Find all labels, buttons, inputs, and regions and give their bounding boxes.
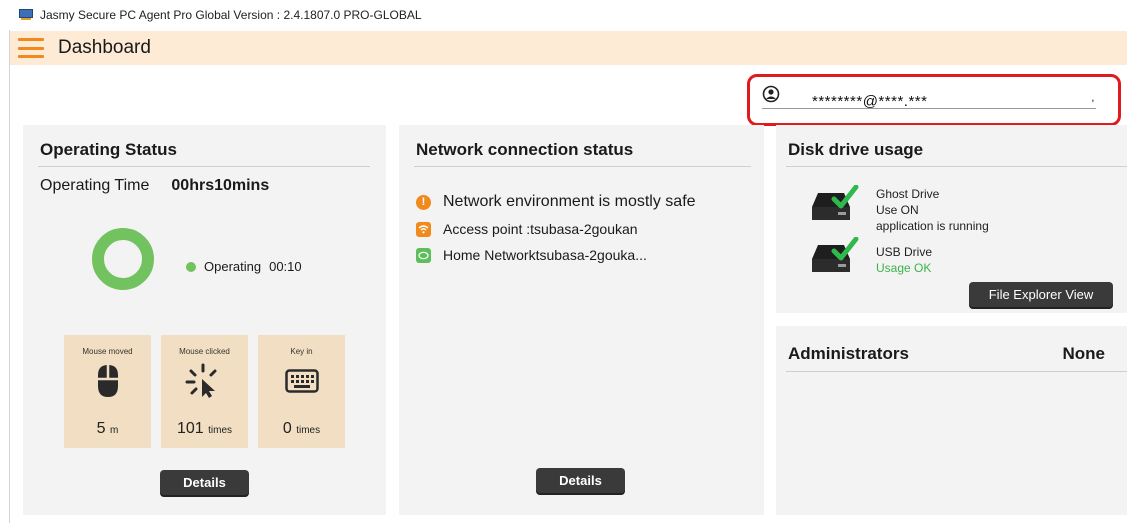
disk-usage-panel: Disk drive usage Ghost Drive Use ON appl… [776, 125, 1127, 313]
user-icon [762, 85, 780, 103]
wifi-icon [416, 221, 431, 237]
usb-drive-info: USB Drive Usage OK [876, 244, 932, 276]
usb-drive-icon [812, 237, 859, 272]
ghost-drive-info: Ghost Drive Use ON application is runnin… [876, 186, 989, 234]
network-environment-text: Network environment is mostly safe [443, 193, 696, 210]
page-title: Dashboard [58, 37, 151, 58]
key-in-tile: Key in 0 times [258, 335, 345, 448]
hamburger-menu-icon[interactable] [18, 38, 44, 58]
stat-value: 101 times [176, 420, 233, 437]
keyboard-icon [258, 363, 345, 399]
status-dot-icon [186, 261, 196, 272]
stat-label: Mouse clicked [179, 347, 230, 356]
access-point-row: Access point :tsubasa-2goukan [416, 221, 638, 237]
ghost-drive-name: Ghost Drive [876, 187, 940, 201]
vpn-icon [416, 247, 431, 263]
warning-icon: ! [416, 194, 431, 210]
status-value: 00:10 [269, 259, 302, 274]
app-header: Dashboard [10, 31, 1127, 65]
operating-donut-chart [92, 228, 154, 290]
network-environment: ! Network environment is mostly safe [416, 193, 696, 211]
left-divider [9, 30, 10, 523]
ghost-drive-status: application is running [876, 219, 989, 233]
operating-time-value: 00hrs10mins [171, 177, 270, 194]
underline [762, 108, 790, 109]
mouse-clicked-tile: Mouse clicked 101 times [161, 335, 248, 448]
click-icon [161, 363, 248, 399]
window-titlebar: Jasmy Secure PC Agent Pro Global Version… [0, 0, 1127, 30]
status-label: Operating [204, 259, 262, 274]
ghost-drive-use: Use ON [876, 203, 919, 217]
panel-title: Network connection status [416, 140, 634, 159]
divider [38, 166, 370, 167]
stat-value: 5 m [96, 420, 119, 437]
panel-title: Administrators [788, 344, 909, 363]
operating-details-button[interactable]: Details [160, 470, 249, 497]
mouse-icon [64, 363, 151, 399]
administrators-value: None [1062, 344, 1106, 363]
stat-label: Key in [290, 347, 313, 356]
usb-drive-name: USB Drive [876, 245, 933, 259]
home-network-row: Home Networktsubasa-2gouka... [416, 247, 647, 263]
panel-title: Disk drive usage [788, 140, 924, 159]
operating-time-label: Operating Time [40, 177, 150, 194]
usb-drive-status: Usage OK [876, 261, 932, 275]
mouse-moved-tile: Mouse moved 5 m [64, 335, 151, 448]
administrators-panel: Administrators None [776, 326, 1127, 515]
operating-status: Operating 00:10 [186, 259, 302, 274]
file-explorer-view-button[interactable]: File Explorer View [969, 282, 1113, 309]
ghost-drive-icon [812, 185, 859, 220]
operating-time: Operating Time 00hrs10mins [40, 177, 269, 195]
account-box[interactable]: ********@****.*** ' [747, 74, 1121, 126]
divider [786, 371, 1127, 372]
stat-label: Mouse moved [82, 347, 133, 356]
panel-title: Operating Status [40, 140, 177, 159]
network-details-button[interactable]: Details [536, 468, 625, 495]
home-network-text: Home Networktsubasa-2gouka... [443, 247, 647, 263]
access-point-text: Access point :tsubasa-2goukan [443, 221, 638, 237]
account-email: ********@****.*** [812, 93, 928, 110]
account-mark: ' [1091, 97, 1094, 111]
window-title: Jasmy Secure PC Agent Pro Global Version… [40, 8, 422, 22]
stat-value: 0 times [282, 420, 321, 437]
operating-status-panel: Operating Status Operating Time 00hrs10m… [23, 125, 386, 515]
divider [786, 166, 1127, 167]
app-icon [18, 9, 34, 21]
divider [414, 166, 751, 167]
network-status-panel: Network connection status ! Network envi… [399, 125, 764, 515]
